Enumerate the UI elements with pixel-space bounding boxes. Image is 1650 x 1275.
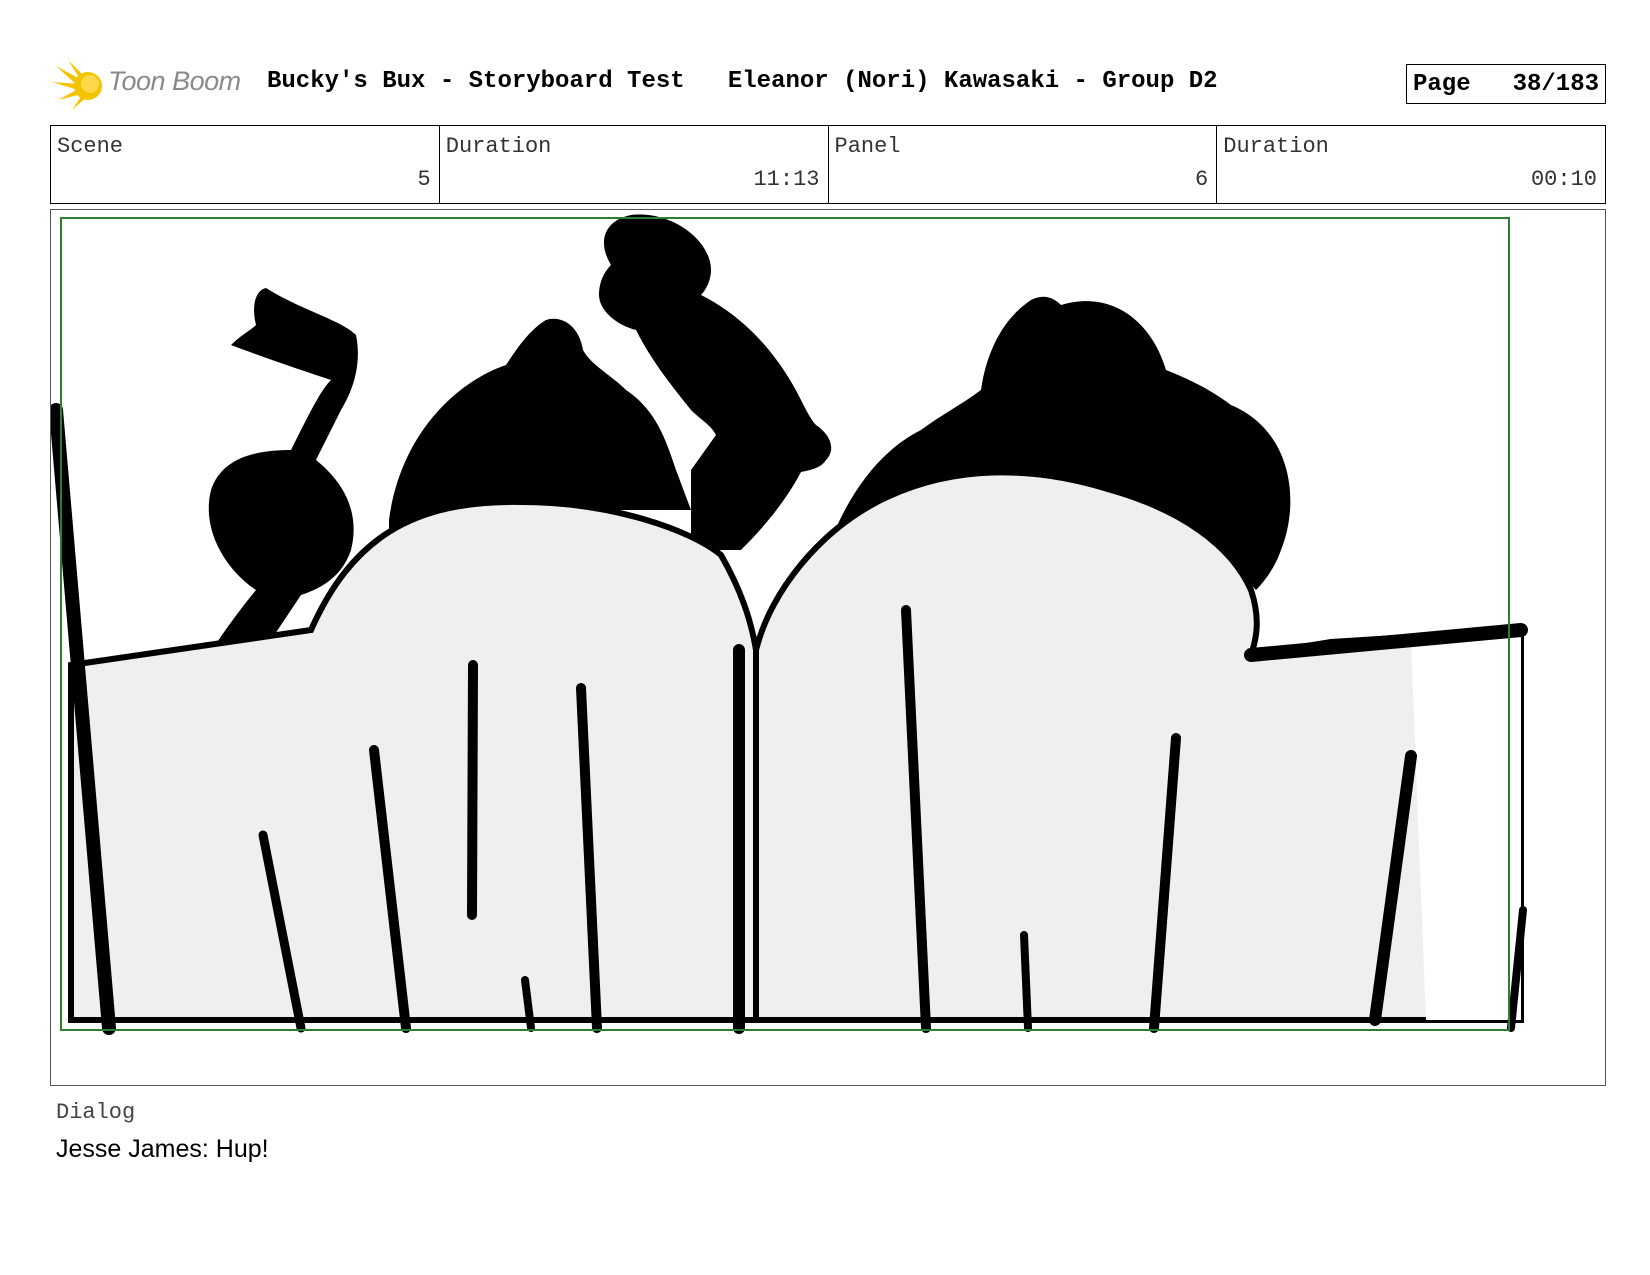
dialog-text: Jesse James: Hup! bbox=[56, 1135, 269, 1163]
scene-duration-value: 11:13 bbox=[753, 167, 820, 192]
scene-label: Scene bbox=[57, 134, 124, 159]
left-sack bbox=[68, 498, 759, 1023]
scene-duration-cell: Duration 11:13 bbox=[440, 126, 829, 203]
panel-label: Panel bbox=[834, 134, 901, 159]
panel-cell: Panel 6 bbox=[829, 126, 1218, 203]
panel-drawing bbox=[51, 214, 1528, 1035]
scene-duration-label: Duration bbox=[445, 134, 552, 159]
starburst-icon bbox=[52, 60, 102, 110]
page-value: 38/183 bbox=[1512, 70, 1599, 98]
storyboard-panel bbox=[50, 209, 1606, 1086]
right-sack bbox=[753, 469, 1524, 1023]
scene-cell: Scene 5 bbox=[51, 126, 440, 203]
panel-duration-label: Duration bbox=[1223, 134, 1329, 159]
page-label: Page bbox=[1413, 70, 1471, 98]
dialog-label: Dialog bbox=[56, 1100, 136, 1125]
page-indicator: Page 38/183 bbox=[1406, 64, 1606, 104]
right-bin-edge bbox=[1411, 630, 1521, 1020]
scene-value: 5 bbox=[417, 167, 431, 192]
panel-duration-value: 00:10 bbox=[1530, 167, 1597, 192]
panel-value: 6 bbox=[1195, 167, 1209, 192]
toon-boom-logo: Toon Boom bbox=[52, 56, 252, 112]
logo-text: Toon Boom bbox=[108, 66, 241, 96]
scene-info-row: Scene 5 Duration 11:13 Panel 6 Duration … bbox=[50, 125, 1606, 204]
document-title: Bucky's Bux - Storyboard Test Eleanor (N… bbox=[267, 68, 1218, 95]
panel-duration-cell: Duration 00:10 bbox=[1217, 126, 1605, 203]
